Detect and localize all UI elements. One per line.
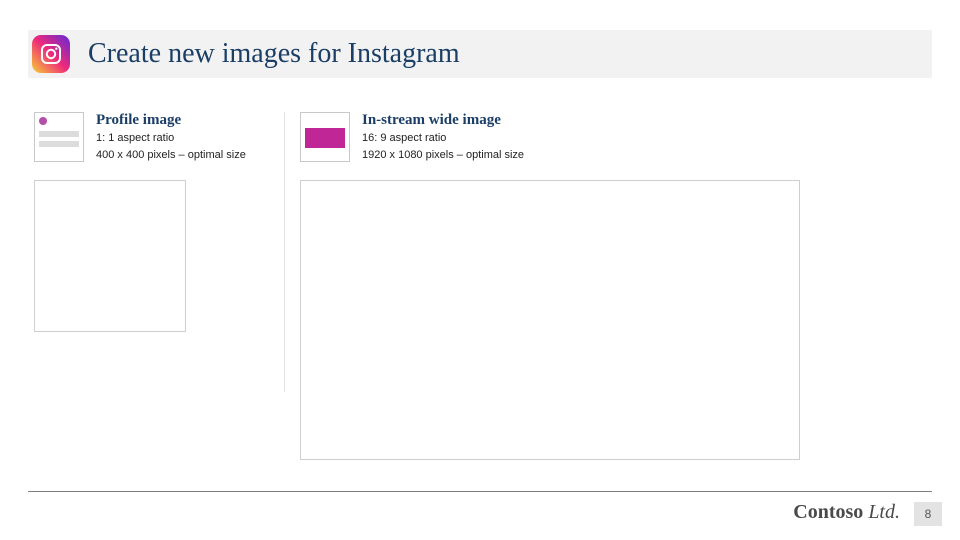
brand-suffix: Ltd. [863, 501, 900, 523]
profile-size: 400 x 400 pixels – optimal size [96, 148, 246, 163]
brand-name: Contoso [793, 501, 863, 523]
profile-preview-box [34, 180, 186, 332]
profile-ratio: 1: 1 aspect ratio [96, 131, 246, 146]
title-bar: Create new images for Instagram [28, 30, 932, 78]
profile-thumb-icon [34, 112, 84, 162]
wide-ratio: 16: 9 aspect ratio [362, 131, 524, 146]
page-title: Create new images for Instagram [88, 38, 460, 70]
wide-thumb-icon [300, 112, 350, 162]
page-number: 8 [925, 507, 932, 521]
wide-heading: In-stream wide image [362, 112, 524, 129]
instagram-icon [32, 35, 70, 73]
wide-spec: In-stream wide image 16: 9 aspect ratio … [300, 112, 830, 163]
brand-label: Contoso Ltd. [793, 501, 900, 524]
footer-rule [28, 491, 932, 492]
profile-heading: Profile image [96, 112, 246, 129]
wide-size: 1920 x 1080 pixels – optimal size [362, 148, 524, 163]
wide-preview-box [300, 180, 800, 460]
column-divider [284, 112, 285, 392]
profile-spec: Profile image 1: 1 aspect ratio 400 x 40… [34, 112, 294, 163]
page-number-badge: 8 [914, 502, 942, 526]
